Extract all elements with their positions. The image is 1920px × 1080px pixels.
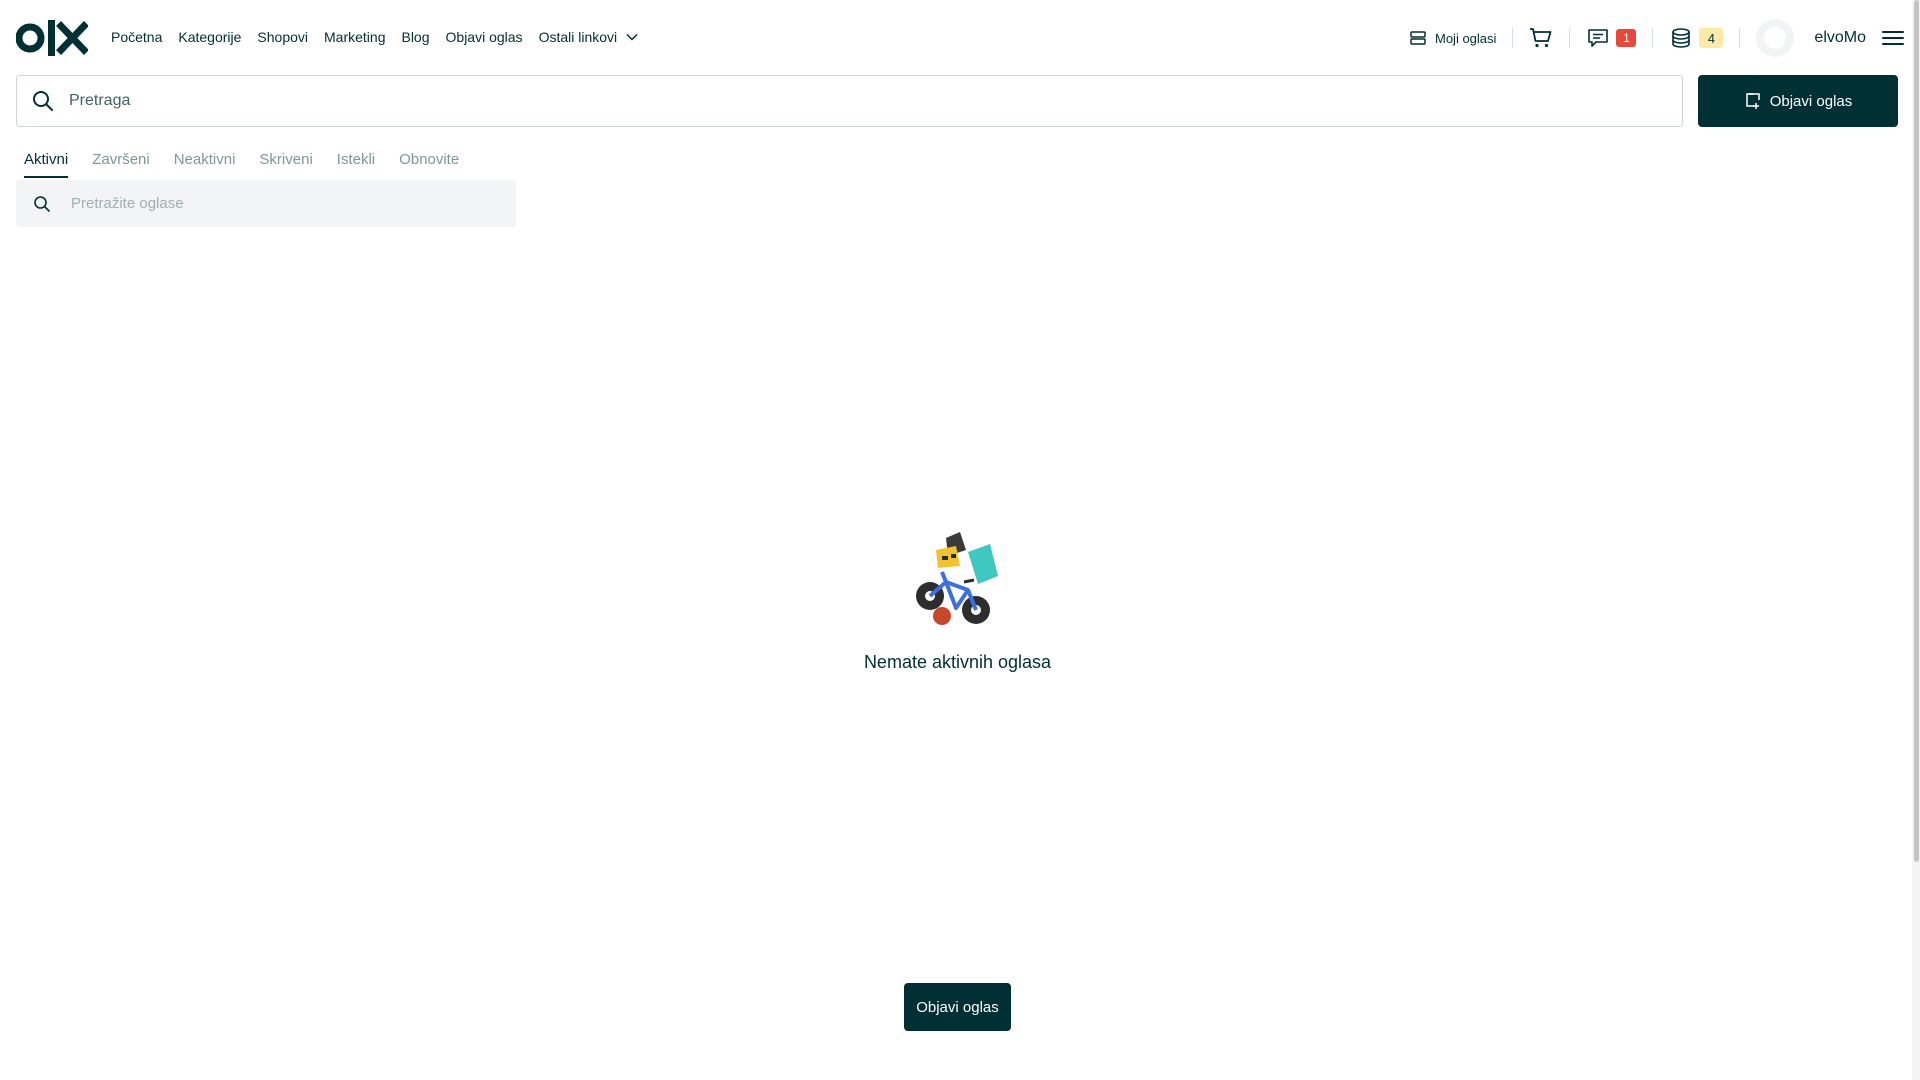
search-icon (34, 195, 50, 212)
nav-more-label: Ostali linkovi (538, 29, 618, 45)
divider (1569, 28, 1571, 48)
nav-item-blog[interactable]: Blog (401, 27, 429, 47)
main-nav: Početna Kategorije Shopovi Marketing Blo… (111, 27, 655, 47)
nav-item-shopovi[interactable]: Shopovi (257, 27, 308, 47)
tab-aktivni[interactable]: Aktivni (24, 150, 69, 178)
tab-istekli[interactable]: Istekli (337, 150, 375, 178)
my-ads-link[interactable]: Moji oglasi (1409, 29, 1496, 47)
divider (1652, 28, 1654, 48)
chevron-down-icon (626, 33, 638, 41)
empty-state-message: Nemate aktivnih oglasa (863, 652, 1052, 672)
my-ads-label: Moji oglasi (1435, 30, 1497, 46)
coins-icon (1672, 28, 1691, 48)
avatar[interactable] (1756, 19, 1795, 57)
tab-obnovite[interactable]: Obnovite (399, 150, 459, 178)
search-input[interactable] (69, 92, 1568, 110)
ad-status-tabs: Aktivni Završeni Neaktivni Skriveni Iste… (24, 150, 459, 178)
cart-button[interactable] (1529, 26, 1553, 50)
scrollbar[interactable] (1912, 0, 1920, 1080)
nav-more-links[interactable]: Ostali linkovi (539, 27, 640, 47)
nav-item-objavi-oglas[interactable]: Objavi oglas (446, 27, 523, 47)
scrollbar-thumb[interactable] (1914, 0, 1919, 862)
divider (1739, 28, 1741, 48)
top-header: Početna Kategorije Shopovi Marketing Blo… (0, 0, 1920, 75)
olx-logo[interactable] (16, 18, 88, 58)
nav-item-pocetna[interactable]: Početna (111, 27, 162, 47)
credits-badge: 4 (1699, 28, 1724, 48)
search-icon (33, 91, 53, 111)
add-ad-icon (1745, 93, 1760, 109)
messages-badge: 1 (1616, 29, 1637, 47)
tab-neaktivni[interactable]: Neaktivni (174, 150, 236, 178)
post-ad-label: Objavi oglas (1769, 92, 1853, 110)
ad-search-input[interactable] (71, 195, 471, 212)
menu-icon[interactable] (1882, 29, 1904, 47)
tab-zavrseni[interactable]: Završeni (92, 150, 150, 178)
cart-icon (1530, 28, 1552, 48)
messages-button[interactable]: 1 (1586, 26, 1637, 50)
post-ad-bottom-button[interactable]: Objavi oglas (904, 983, 1011, 1031)
credits-button[interactable]: 4 (1669, 26, 1724, 50)
nav-item-marketing[interactable]: Marketing (324, 27, 385, 47)
ad-search-box (16, 180, 516, 227)
header-actions: Moji oglasi 1 4 elvoMo (1409, 19, 1904, 57)
chat-icon (1588, 29, 1609, 47)
empty-state-illustration (916, 532, 998, 625)
divider (1512, 28, 1514, 48)
tab-skriveni[interactable]: Skriveni (259, 150, 312, 178)
main-search (16, 75, 1683, 127)
post-ad-button[interactable]: Objavi oglas (1698, 75, 1898, 127)
nav-item-kategorije[interactable]: Kategorije (178, 27, 241, 47)
list-icon (1410, 31, 1426, 45)
username[interactable]: elvoMo (1814, 29, 1866, 47)
